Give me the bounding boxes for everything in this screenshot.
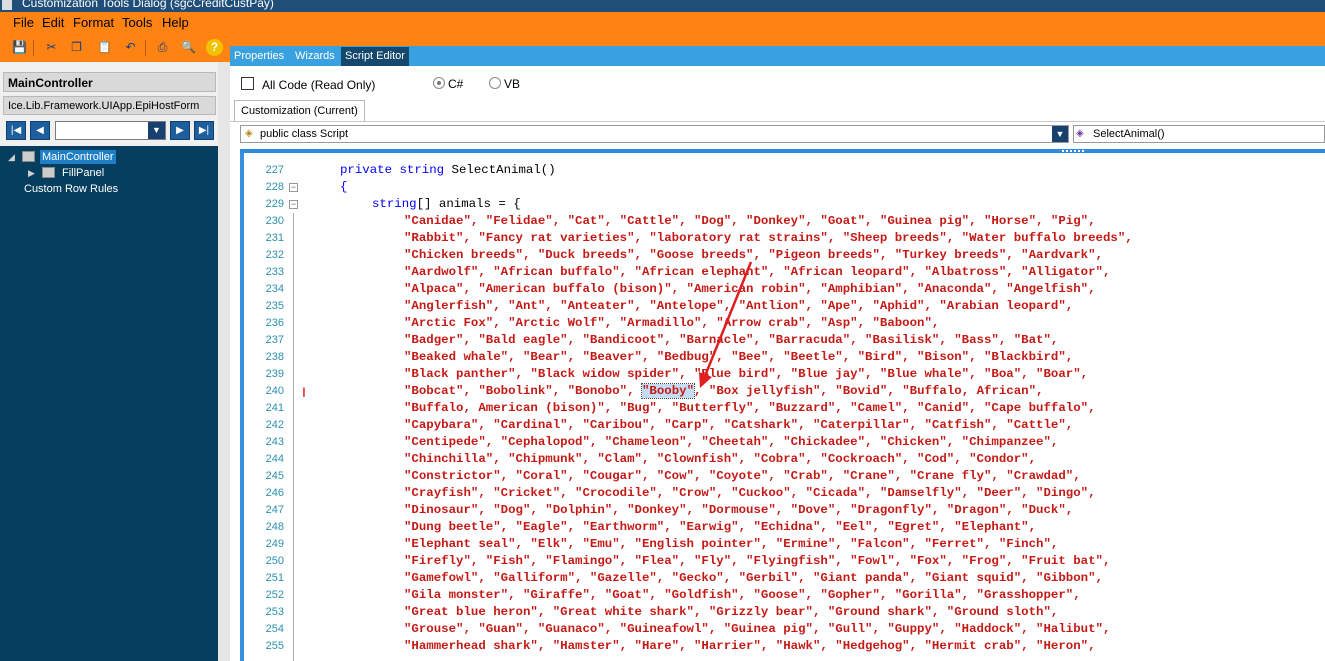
- annotation-arrow: [699, 261, 753, 388]
- arrow-line: [703, 261, 753, 377]
